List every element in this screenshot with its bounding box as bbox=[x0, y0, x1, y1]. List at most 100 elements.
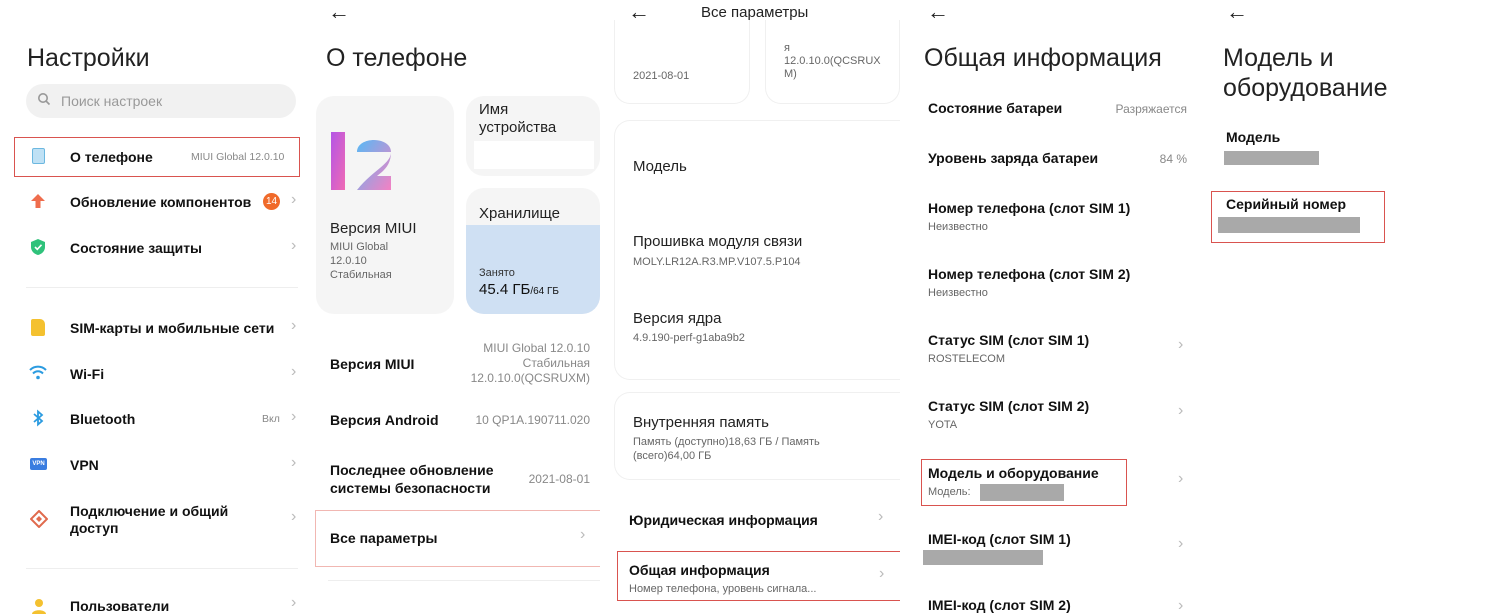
back-arrow-icon[interactable]: ← bbox=[328, 1, 350, 23]
model-hardware-value-label: Модель: bbox=[928, 486, 971, 498]
chevron-right-icon: › bbox=[291, 594, 297, 611]
value-line: M) bbox=[784, 68, 797, 80]
total-number: /64 ГБ bbox=[530, 286, 559, 297]
storage-used-value: 45.4 ГБ/64 ГБ bbox=[479, 281, 559, 298]
phone-number-sim2-value: Неизвестно bbox=[928, 287, 988, 299]
baseband-row[interactable]: Прошивка модуля связи MOLY.LR12A.R3.MP.V… bbox=[615, 227, 900, 275]
sim-status-2-row[interactable]: Статус SIM (слот SIM 2) YOTA › bbox=[914, 392, 1200, 436]
serial-number-row: Серийный номер bbox=[1211, 191, 1385, 243]
label-line: Подключение и общий bbox=[70, 503, 229, 519]
settings-screen: Настройки Поиск настроек О телефоне MIUI… bbox=[0, 0, 300, 616]
update-components-label: Обновление компонентов bbox=[70, 194, 252, 210]
wifi-icon bbox=[29, 365, 47, 385]
wifi-item[interactable]: Wi-Fi › bbox=[14, 356, 300, 392]
page-title: О телефоне bbox=[326, 44, 468, 72]
sim-cards-item[interactable]: SIM-карты и мобильные сети › bbox=[14, 310, 300, 346]
about-phone-label: О телефоне bbox=[70, 149, 153, 165]
all-params-screen: ← Все параметры 2021-08-01 я 12.0.10.0(Q… bbox=[600, 0, 900, 616]
all-params-row[interactable]: Все параметры › bbox=[315, 510, 600, 567]
memory-card[interactable]: Внутренняя память Память (доступно)18,63… bbox=[614, 392, 900, 480]
general-info-screen: ← Общая информация Состояние батареи Раз… bbox=[900, 0, 1200, 616]
model-hardware-label: Модель и оборудование bbox=[928, 465, 1099, 481]
imei-sim1-label: IMEI-код (слот SIM 1) bbox=[928, 531, 1071, 547]
search-input[interactable]: Поиск настроек bbox=[26, 84, 296, 118]
sim-status-1-row[interactable]: Статус SIM (слот SIM 1) ROSTELECOM › bbox=[914, 326, 1200, 370]
wifi-label: Wi-Fi bbox=[70, 366, 105, 382]
chevron-right-icon: › bbox=[1178, 535, 1184, 552]
vpn-item[interactable]: VPN VPN › bbox=[14, 447, 300, 483]
chevron-right-icon: › bbox=[580, 526, 586, 543]
divider bbox=[26, 287, 298, 288]
redacted-block bbox=[1218, 217, 1360, 233]
label-line: Имя bbox=[479, 101, 509, 118]
value-line: Стабильная bbox=[522, 356, 590, 370]
connection-sharing-item[interactable]: Подключение и общий доступ › bbox=[14, 495, 300, 545]
date-card: 2021-08-01 bbox=[614, 20, 750, 104]
android-version-row[interactable]: Версия Android 10 QP1A.190711.020 bbox=[316, 402, 600, 438]
value-line: я bbox=[784, 42, 790, 54]
about-phone-item[interactable]: О телефоне MIUI Global 12.0.10 bbox=[14, 137, 300, 177]
redacted-block bbox=[923, 550, 1043, 565]
sim-status-2-label: Статус SIM (слот SIM 2) bbox=[928, 398, 1090, 414]
connection-sharing-label: Подключение и общий доступ bbox=[70, 503, 228, 537]
android-version-value: 10 QP1A.190711.020 bbox=[475, 413, 590, 427]
sim-cards-label: SIM-карты и мобильные сети bbox=[70, 320, 275, 336]
battery-level-row: Уровень заряда батареи 84 % bbox=[914, 144, 1200, 174]
header-title: Все параметры bbox=[701, 4, 809, 21]
legal-info-row[interactable]: Юридическая информация › bbox=[614, 502, 900, 538]
protection-status-label: Состояние защиты bbox=[70, 240, 203, 256]
page-title: Настройки bbox=[27, 44, 150, 72]
user-icon bbox=[31, 598, 47, 616]
security-update-label: Последнее обновление системы безопасност… bbox=[330, 461, 494, 497]
security-update-row[interactable]: Последнее обновление системы безопасност… bbox=[316, 455, 600, 503]
imei-sim2-row[interactable]: IMEI-код (слот SIM 2) › bbox=[914, 591, 1200, 616]
model-hardware-row[interactable]: Модель и оборудование Модель: bbox=[921, 459, 1127, 506]
value-line: 12.0.10.0(QCSRUXM) bbox=[470, 371, 590, 385]
miui-version-row[interactable]: Версия MIUI MIUI Global 12.0.10 Стабильн… bbox=[316, 338, 600, 392]
bluetooth-value: Вкл bbox=[262, 413, 280, 425]
serial-number-label: Серийный номер bbox=[1226, 196, 1347, 212]
value-line: MIUI Global 12.0.10 bbox=[483, 341, 590, 355]
storage-card[interactable]: Хранилище Занято 45.4 ГБ/64 ГБ bbox=[466, 188, 600, 314]
legal-info-label: Юридическая информация bbox=[629, 512, 818, 528]
general-info-row[interactable]: Общая информация Номер телефона, уровень… bbox=[617, 551, 900, 601]
used-number: 45.4 ГБ bbox=[479, 281, 531, 298]
chevron-right-icon: › bbox=[291, 508, 297, 525]
search-placeholder: Поиск настроек bbox=[61, 93, 163, 109]
divider bbox=[328, 580, 600, 581]
baseband-label: Прошивка модуля связи bbox=[633, 233, 803, 250]
battery-state-row: Состояние батареи Разряжается bbox=[914, 94, 1200, 124]
update-components-item[interactable]: Обновление компонентов 14 › bbox=[14, 184, 300, 220]
version-card-value: я 12.0.10.0(QCSRUX M) bbox=[784, 42, 881, 81]
vpn-label: VPN bbox=[70, 457, 99, 473]
miui-version-label: Версия MIUI bbox=[330, 356, 415, 372]
miui-version-value: MIUI Global 12.0.10 Стабильная 12.0.10.0… bbox=[471, 341, 590, 386]
protection-status-item[interactable]: Состояние защиты › bbox=[14, 230, 300, 266]
back-arrow-icon[interactable]: ← bbox=[1226, 1, 1248, 23]
android-version-label: Версия Android bbox=[330, 412, 439, 428]
divider bbox=[26, 568, 298, 569]
chevron-right-icon: › bbox=[291, 408, 297, 425]
chevron-right-icon: › bbox=[1178, 470, 1184, 487]
miui-card-label: Версия MIUI bbox=[330, 220, 417, 237]
model-row[interactable]: Модель bbox=[615, 145, 900, 185]
date-card-value: 2021-08-01 bbox=[633, 70, 690, 82]
page-title: Модель и оборудование bbox=[1223, 43, 1388, 103]
sim-card-icon bbox=[31, 319, 45, 336]
back-arrow-icon[interactable]: ← bbox=[927, 1, 949, 23]
kernel-row[interactable]: Версия ядра 4.9.190-perf-g1aba9b2 bbox=[615, 305, 900, 353]
shield-icon bbox=[30, 238, 46, 261]
users-label: Пользователи bbox=[70, 598, 170, 614]
users-item[interactable]: Пользователи › bbox=[14, 592, 300, 616]
miui-version-card[interactable]: Версия MIUI MIUI Global 12.0.10 Стабильн… bbox=[316, 96, 454, 314]
title-line: оборудование bbox=[1223, 74, 1388, 102]
update-badge: 14 bbox=[263, 193, 280, 210]
imei-sim1-row[interactable]: IMEI-код (слот SIM 1) › bbox=[914, 525, 1200, 569]
bluetooth-item[interactable]: Bluetooth Вкл › bbox=[14, 401, 300, 437]
label-line: Последнее обновление bbox=[330, 462, 494, 478]
chevron-right-icon: › bbox=[1178, 597, 1184, 614]
vpn-icon: VPN bbox=[30, 458, 47, 470]
chevron-right-icon: › bbox=[879, 565, 885, 582]
memory-value: Память (доступно)18,63 ГБ / Память (всег… bbox=[633, 435, 820, 463]
device-name-card[interactable]: Имя устройства bbox=[466, 96, 600, 176]
